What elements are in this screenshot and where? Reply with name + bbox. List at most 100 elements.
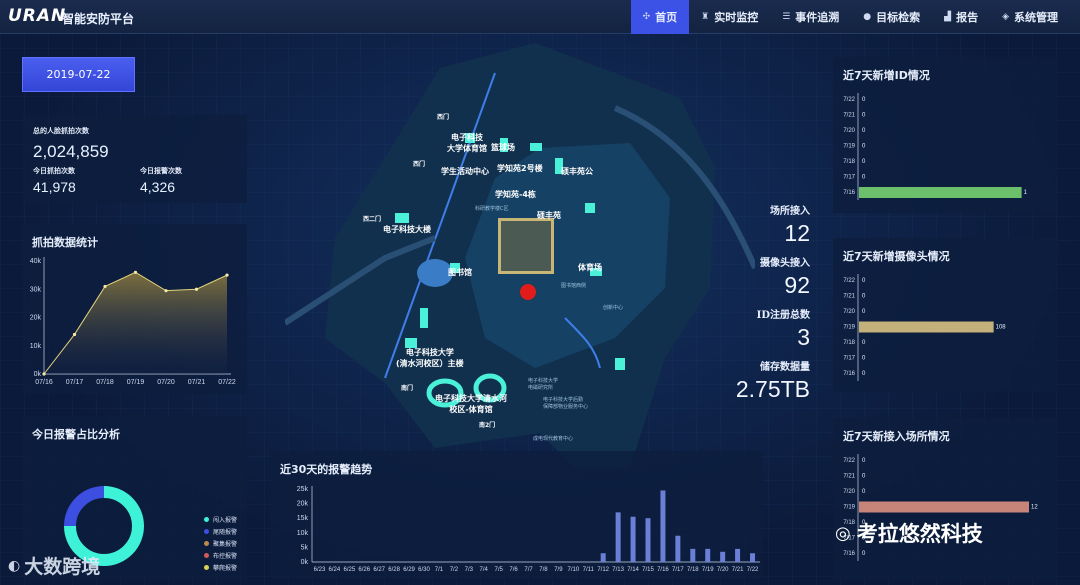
- y-tick-label: 40k: [30, 258, 42, 265]
- trend-bar: [720, 551, 726, 562]
- nav-home[interactable]: ✣ 首页: [630, 0, 690, 34]
- camera-icon: ♜: [701, 12, 710, 22]
- map-label-activity: 学生活动中心: [441, 167, 489, 176]
- legend-dot-icon: [204, 528, 209, 534]
- trend-bar-chart: 0k 5k 10k 15k 20k 25k 6/23 6/24 6/25 6/26 6/27 6/28…: [297, 486, 760, 573]
- trend-bar: [645, 518, 651, 562]
- trend-panel: 近30天的报警趋势 0k 5k 10k 15k 20k 25k 6/23 6/24 6/25 6/…: [270, 451, 763, 579]
- watermark-text: 考拉悠然科技: [856, 522, 983, 546]
- nav-live-monitor[interactable]: ♜ 实时监控: [689, 0, 770, 34]
- wechat-icon: ◎: [835, 522, 851, 544]
- legend-dot-icon: [204, 552, 209, 558]
- legend-label: 攀爬报警: [213, 564, 238, 572]
- nav-target-search[interactable]: ● 目标检索: [851, 0, 932, 34]
- x-tick-label: 7/18: [687, 567, 699, 573]
- category-label: 7/20: [843, 489, 855, 495]
- map-label-xzy2: 学知苑2号楼: [497, 164, 543, 173]
- category-label: 7/19: [843, 325, 855, 331]
- nav-system[interactable]: ◈ 系统管理: [990, 0, 1070, 34]
- top-header: URAN 智能安防平台 ✣ 首页 ♜ 实时监控 ☰ 事件追溯 ● 目标检索 ▟ 报告 ◈ 系…: [0, 0, 1080, 34]
- legend-item[interactable]: 尾随报警: [204, 525, 237, 537]
- x-tick-label: 7/13: [612, 567, 624, 573]
- x-tick-label: 7/3: [465, 567, 474, 573]
- nav-report[interactable]: ▟ 报告: [932, 0, 990, 34]
- legend-label: 尾随报警: [213, 528, 238, 536]
- category-label: 7/22: [843, 278, 855, 284]
- trend-bar: [690, 548, 696, 562]
- nav-event-trace[interactable]: ☰ 事件追溯: [770, 0, 851, 34]
- brand-watermark-2: ◐ 大数跨境: [8, 552, 100, 579]
- app-subtitle: 智能安防平台: [62, 12, 135, 26]
- value-label: 0: [862, 458, 866, 464]
- y-tick-label: 25k: [297, 486, 309, 493]
- map-label-gym: 电子科技 大学体育馆: [447, 133, 487, 153]
- nav-system-label: 系统管理: [1014, 11, 1058, 24]
- value-label: 0: [862, 159, 866, 165]
- value-label: 0: [862, 551, 866, 557]
- map-label-sfy2: 硕丰苑: [537, 211, 561, 220]
- category-label: 7/22: [843, 97, 855, 103]
- today-alarm-label: 今日报警次数: [140, 167, 182, 175]
- x-tick-label: 7/12: [597, 567, 609, 573]
- alarm-legend: 闯入报警尾随报警 聚集报警布控报警攀爬报警: [204, 513, 237, 573]
- today-alarm-value: 4,326: [140, 179, 176, 195]
- x-tick-label: 7/22: [747, 567, 759, 573]
- category-label: 7/16: [843, 190, 855, 196]
- trend-bar: [675, 535, 681, 562]
- legend-item[interactable]: 布控报警: [204, 549, 237, 561]
- map-label-south2-gate: 南2门: [479, 422, 496, 429]
- x-tick-label: 7/10: [567, 567, 579, 573]
- category-label: 7/17: [843, 175, 855, 181]
- value-label: 108: [996, 325, 1007, 331]
- nav-live-monitor-label: 实时监控: [714, 11, 759, 24]
- category-label: 7/20: [843, 128, 855, 134]
- value-label: 0: [862, 278, 866, 284]
- x-tick-label: 7/6: [509, 567, 518, 573]
- total-capture-label: 总的人脸抓拍次数: [33, 127, 89, 135]
- building-block-5: [530, 143, 542, 151]
- date-picker-button[interactable]: 2019-07-22: [22, 57, 135, 92]
- category-label: 7/21: [843, 474, 855, 480]
- campus-map[interactable]: 电子科技 大学体育馆 篮球场 学生活动中心 学知苑2号楼 硕丰苑公 学知苑-4栋…: [285, 38, 755, 470]
- new-camera-chart: 7/22 0 7/21 0 7/20 0 7/19 108 7/18 0 7/17 0 7/16 0: [843, 274, 1007, 381]
- y-tick-label: 30k: [30, 286, 42, 293]
- x-tick-label: 7/17: [672, 567, 684, 573]
- watermark2-text: 大数跨境: [24, 556, 101, 578]
- list-icon: ☰: [782, 12, 791, 22]
- map-small-label: 图书馆西侧: [561, 283, 587, 289]
- category-label: 7/22: [843, 458, 855, 464]
- alarm-marker: [520, 284, 536, 300]
- category-label: 7/16: [843, 551, 855, 557]
- venue-value: 12: [784, 220, 810, 246]
- legend-label: 布控报警: [213, 552, 238, 560]
- main-nav: ✣ 首页 ♜ 实时监控 ☰ 事件追溯 ● 目标检索 ▟ 报告 ◈ 系统管理: [630, 0, 1070, 34]
- map-label-sfy: 硕丰苑公: [561, 167, 593, 176]
- category-label: 7/18: [843, 159, 855, 165]
- nav-report-label: 报告: [956, 11, 979, 24]
- x-tick-label: 6/25: [343, 567, 355, 573]
- y-tick-label: 0k: [34, 371, 42, 378]
- map-label-gym2: 电子科技大学清水河 校区-体育馆: [435, 394, 507, 414]
- y-tick-label: 0k: [301, 559, 309, 566]
- capture-stats-panel: 抓拍数据统计 0k 10k 20k 30k 40k 07/16 07/17 07/18 07/1…: [22, 224, 247, 394]
- value-label: 12: [1031, 505, 1038, 511]
- x-tick-label: 07/22: [218, 379, 236, 386]
- category-label: 7/21: [843, 113, 855, 119]
- category-label: 7/20: [843, 309, 855, 315]
- map-label-xzy4: 学知苑-4栋: [495, 190, 536, 199]
- legend-item[interactable]: 攀爬报警: [204, 561, 237, 573]
- y-tick-label: 20k: [30, 315, 42, 322]
- brand-watermark: ◎ 考拉悠然科技: [835, 518, 983, 548]
- x-tick-label: 7/7: [524, 567, 533, 573]
- x-tick-label: 6/23: [314, 567, 326, 573]
- category-label: 7/19: [843, 144, 855, 150]
- category-label: 7/21: [843, 294, 855, 300]
- legend-item[interactable]: 闯入报警: [204, 513, 237, 525]
- x-tick-label: 7/20: [717, 567, 729, 573]
- y-tick-label: 20k: [297, 501, 309, 508]
- value-label: 0: [862, 489, 866, 495]
- x-tick-label: 6/29: [403, 567, 415, 573]
- x-tick-label: 7/2: [450, 567, 459, 573]
- data-point: [225, 273, 229, 277]
- legend-item[interactable]: 聚集报警: [204, 537, 237, 549]
